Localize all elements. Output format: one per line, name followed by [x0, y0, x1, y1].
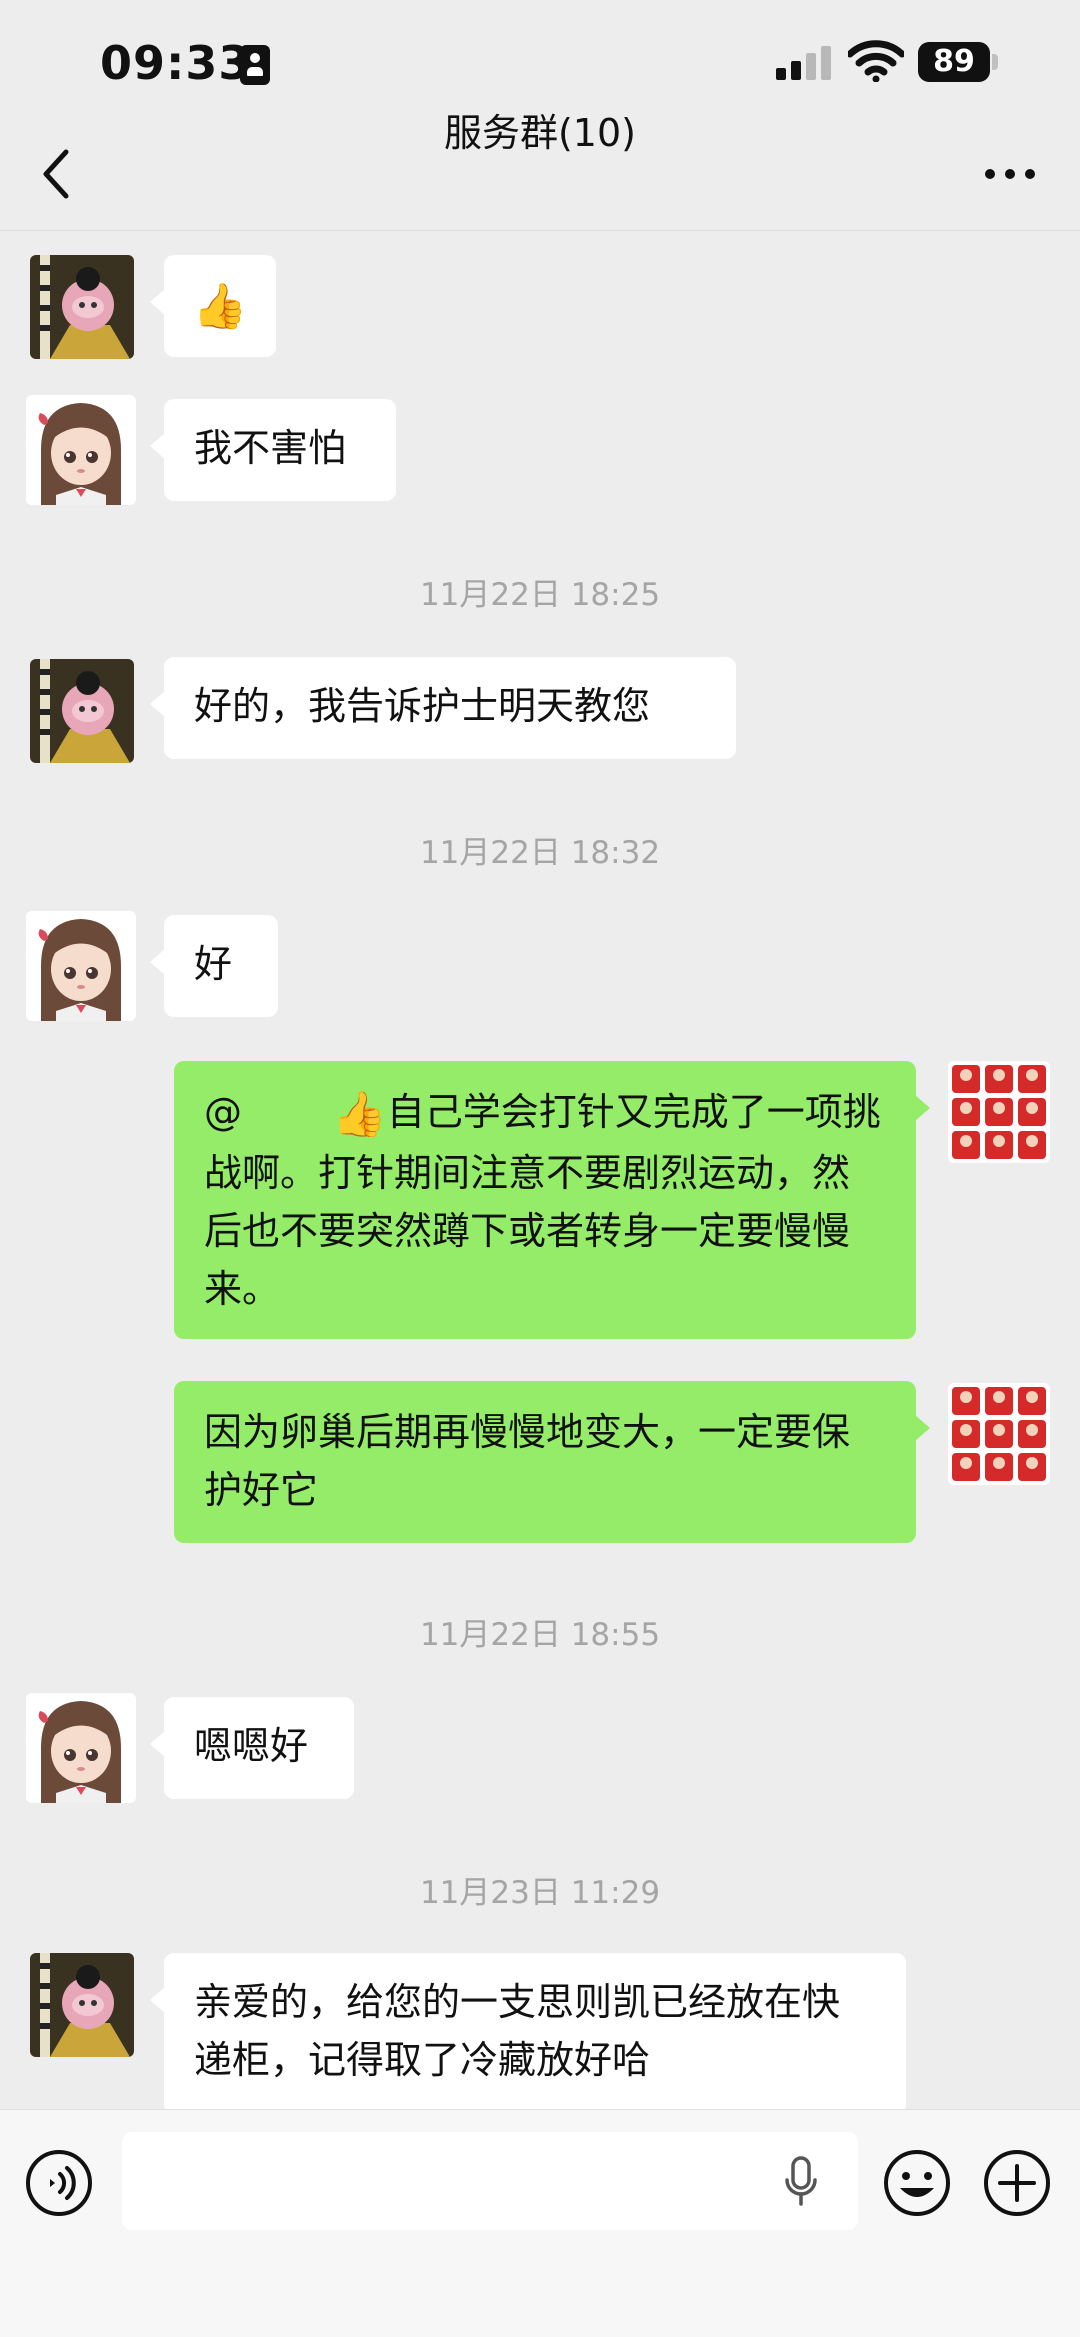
chat-title: 服务群(10) — [443, 111, 636, 155]
more-options-icon[interactable] — [984, 164, 1036, 184]
thumbs-up-emoji: 👍 — [192, 280, 248, 332]
message-bubble[interactable]: 👍 — [150, 255, 276, 357]
message-text: 嗯嗯好 — [194, 1724, 309, 1768]
thumbs-up-emoji: 👍 — [332, 1088, 387, 1140]
contact-card-icon — [240, 45, 270, 85]
message-bubble[interactable]: 好 — [150, 915, 278, 1017]
cellular-signal-icon — [776, 44, 832, 80]
emoji-icon[interactable] — [882, 2148, 952, 2218]
input-bar — [0, 2109, 1080, 2337]
message-bubble[interactable]: 嗯嗯好 — [150, 1697, 354, 1799]
avatar-anime-girl[interactable] — [26, 911, 136, 1021]
battery-cap — [992, 54, 998, 70]
battery-icon: 89 — [918, 42, 990, 82]
mention-text: @ — [204, 1090, 242, 1134]
avatar-monkey[interactable] — [30, 659, 134, 763]
avatar-anime-girl[interactable] — [26, 1693, 136, 1803]
message-text: 好 — [194, 942, 233, 986]
message-bubble-outgoing[interactable]: @ 👍自己学会打针又完成了一项挑战啊。打针期间注意不要剧烈运动，然后也不要突然蹲下… — [174, 1061, 930, 1339]
avatar-monkey[interactable] — [30, 255, 134, 359]
message-text: 因为卵巢后期再慢慢地变大，一定要保护好它 — [204, 1410, 851, 1512]
message-bubble[interactable]: 我不害怕 — [150, 399, 396, 501]
nav-bar: 服务群(10) — [0, 100, 1080, 231]
timestamp: 11月22日 18:55 — [419, 1617, 661, 1653]
battery-level: 89 — [933, 44, 975, 79]
message-bubble[interactable]: 好的，我告诉护士明天教您 — [150, 657, 736, 759]
avatar-self[interactable] — [948, 1383, 1050, 1485]
chat-message-list[interactable]: 👍 我不害怕 11月22日 18:25 好的，我告诉护士明天教您 11月22日 … — [0, 231, 1080, 2109]
timestamp: 11月22日 18:32 — [419, 835, 661, 871]
timestamp: 11月23日 11:29 — [419, 1875, 661, 1911]
message-bubble[interactable]: 亲爱的，给您的一支思则凯已经放在快递柜，记得取了冷藏放好哈 — [150, 1953, 906, 2109]
message-bubble-outgoing[interactable]: 因为卵巢后期再慢慢地变大，一定要保护好它 — [174, 1381, 930, 1543]
wifi-icon — [848, 40, 904, 82]
voice-input-icon[interactable] — [24, 2148, 94, 2218]
microphone-icon[interactable] — [784, 2156, 818, 2208]
avatar-anime-girl[interactable] — [26, 395, 136, 505]
plus-icon[interactable] — [982, 2148, 1052, 2218]
message-text: 好的，我告诉护士明天教您 — [194, 684, 651, 728]
avatar-monkey[interactable] — [30, 1953, 134, 2057]
message-text: 自己学会打针又完成了一项挑战啊。打针期间注意不要剧烈运动，然后也不要突然蹲下或者… — [204, 1090, 881, 1311]
message-text: 我不害怕 — [194, 426, 347, 470]
timestamp: 11月22日 18:25 — [419, 577, 661, 613]
message-text: 亲爱的，给您的一支思则凯已经放在快递柜，记得取了冷藏放好哈 — [194, 1980, 841, 2082]
avatar-self[interactable] — [948, 1061, 1050, 1163]
message-input[interactable] — [122, 2132, 858, 2230]
status-time: 09:33 — [100, 36, 252, 90]
